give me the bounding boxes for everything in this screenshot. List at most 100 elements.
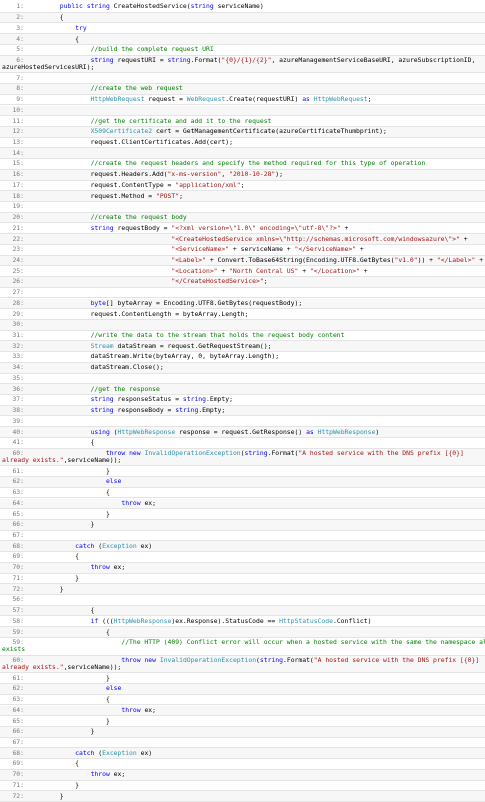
code-token: )) +: [417, 256, 437, 264]
code-text-line: //create the request body: [0, 214, 485, 221]
code-token: ,serviceName));: [63, 662, 122, 671]
code-token: string: [167, 56, 191, 64]
code-text-line: throw ex;: [0, 564, 485, 571]
code-line: 41: {: [0, 438, 485, 449]
code-token: {: [29, 439, 95, 447]
code-line: 67:: [0, 531, 485, 542]
code-text-line: {: [0, 607, 485, 614]
code-token: ;: [179, 192, 183, 200]
code-token: HttpWebRequest: [313, 96, 368, 104]
code-text-line: else: [0, 478, 485, 485]
code-text-line: exists: [0, 646, 485, 653]
code-token: //build the complete request URI: [90, 46, 214, 54]
code-text: }: [0, 586, 485, 593]
code-token: "</Label>": [436, 256, 476, 264]
code-token: }: [29, 574, 80, 582]
code-text-line: string responseStatus = string.Empty;: [0, 396, 485, 403]
code-token: catch: [75, 749, 95, 757]
code-token: cert = GetManagementCertificate(azureCer…: [152, 128, 387, 136]
code-line: 61: }: [0, 673, 485, 685]
code-token: (: [109, 428, 118, 436]
code-token: //get the certificate and add it to the …: [90, 117, 272, 125]
code-text-line: {: [0, 489, 485, 496]
code-text-line: "<Label>" + Convert.ToBase64String(Encod…: [0, 257, 485, 264]
code-text: X509Certificate2 cert = GetManagementCer…: [0, 128, 485, 135]
code-text: catch (Exception ex): [0, 543, 485, 550]
code-text-line: "</CreateHostedService>";: [0, 278, 485, 285]
code-text-line: [0, 203, 485, 210]
code-text: {: [0, 607, 485, 614]
code-token: serviceName): [213, 3, 264, 11]
code-token: as: [302, 96, 310, 104]
code-token: X509Certificate2: [90, 128, 153, 136]
code-text-line: //get the certificate and add it to the …: [0, 118, 485, 125]
code-line: 20: //create the request body: [0, 212, 485, 224]
code-token: public: [59, 3, 83, 11]
code-text: {: [0, 489, 485, 496]
code-line: 37: string responseStatus = string.Empty…: [0, 395, 485, 406]
code-line: 1: public string CreateHostedService(str…: [0, 2, 485, 13]
code-token: throw: [121, 706, 141, 714]
code-token: .Empty;: [198, 407, 226, 415]
code-text: catch (Exception ex): [0, 750, 485, 757]
code-token: ex;: [140, 706, 156, 714]
code-token: )ex.Response).StatusCode ==: [171, 617, 280, 625]
code-text: request.Headers.Add("x-ms-version", "201…: [0, 171, 485, 178]
code-token: ): [375, 428, 380, 436]
code-line: 68: catch (Exception ex): [0, 748, 485, 760]
code-text: //get the response: [0, 386, 485, 393]
code-text: {: [0, 14, 485, 21]
code-line: 70: throw ex;: [0, 769, 485, 781]
code-text: }: [0, 718, 485, 725]
code-token: "<Location>": [171, 267, 218, 275]
code-text: {: [0, 553, 485, 560]
code-text: //create the request headers and specify…: [0, 160, 485, 167]
code-line: 66: }: [0, 519, 485, 531]
code-text-line: //create the web request: [0, 85, 485, 92]
code-line: 71: }: [0, 574, 485, 585]
code-token: string: [259, 656, 283, 664]
code-text: [0, 150, 485, 157]
code-text-line: //The HTTP (409) Conflict error will occ…: [0, 639, 485, 646]
code-text: else: [0, 685, 485, 692]
code-text-line: [0, 321, 485, 328]
code-line: 64: throw ex;: [0, 498, 485, 510]
code-line: 14:: [0, 148, 485, 160]
code-text: }: [0, 675, 485, 682]
code-text: [0, 203, 485, 210]
code-text: throw ex;: [0, 564, 485, 571]
code-token: //get the response: [90, 385, 160, 393]
code-text: using (HttpWebResponse response = reques…: [0, 429, 485, 436]
code-text-line: try: [0, 25, 485, 32]
code-token: {: [29, 553, 80, 561]
code-token: {: [29, 628, 110, 636]
code-text: //The HTTP (409) Conflict error will occ…: [0, 639, 485, 653]
code-line: 22: "<CreateHostedService xmlns=\"http:/…: [0, 234, 485, 245]
code-text: "<ServiceName>" + serviceName + "</Servi…: [0, 246, 485, 253]
code-line: 10:: [0, 105, 485, 117]
code-text: string requestURI = string.Format("{0}/{…: [0, 57, 485, 71]
code-text-line: HttpWebRequest request = WebRequest.Crea…: [0, 96, 485, 103]
code-line: 61: }: [0, 466, 485, 478]
code-token: throw: [90, 564, 110, 572]
code-line: 25: "<Location>" + "North Central US" + …: [0, 266, 485, 278]
code-token: new: [144, 656, 156, 664]
code-line: 64: throw ex;: [0, 705, 485, 717]
code-line: 3: try: [0, 23, 485, 35]
code-text-line: if (((HttpWebResponse)ex.Response).Statu…: [0, 618, 485, 625]
code-text: {: [0, 439, 485, 446]
code-token: + Convert.ToBase64String(Encoding.UTF8.G…: [206, 256, 395, 264]
code-text-line: }: [0, 468, 485, 475]
code-text: request.ContentLength = byteArray.Length…: [0, 311, 485, 318]
code-text: else: [0, 478, 485, 485]
code-token: }: [29, 674, 110, 682]
code-token: {: [29, 35, 80, 43]
code-token: .Conflict): [332, 617, 372, 625]
